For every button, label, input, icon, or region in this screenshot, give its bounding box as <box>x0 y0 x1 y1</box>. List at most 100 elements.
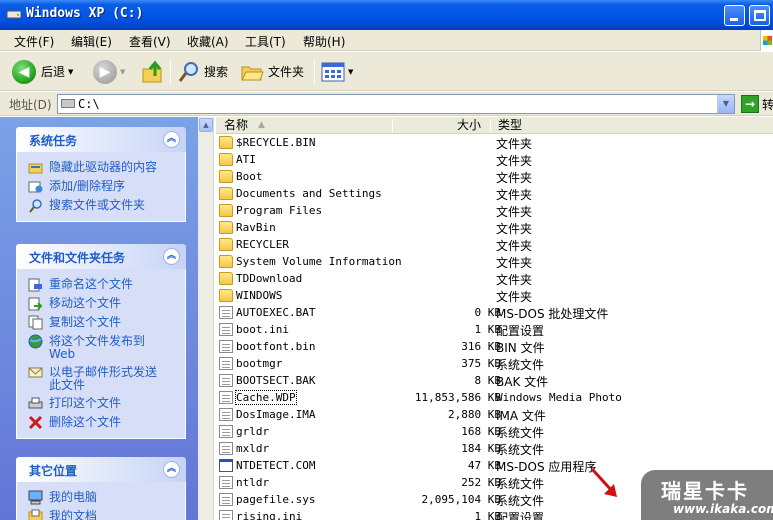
file-row[interactable]: RavBin 文件夹 <box>216 219 773 236</box>
dropdown-caret-icon: ▼ <box>68 67 74 76</box>
file-type: 系统文件 <box>496 426 545 440</box>
menu-view[interactable]: 查看(V) <box>129 33 171 50</box>
search-label: 搜索 <box>204 65 229 79</box>
ikaka-watermark: 瑞星卡卡 www.ikaka.com <box>641 470 773 520</box>
file-row[interactable]: System Volume Information 文件夹 <box>216 253 773 270</box>
maximize-icon <box>754 10 766 21</box>
file-row[interactable]: Boot 文件夹 <box>216 168 773 185</box>
file-type: IMA 文件 <box>496 409 546 423</box>
vertical-scrollbar[interactable]: ▲ <box>198 117 214 520</box>
address-dropdown-button[interactable]: ▼ <box>717 95 734 113</box>
minimize-button[interactable] <box>724 5 745 26</box>
file-type: 文件夹 <box>496 290 533 304</box>
file-row[interactable]: RECYCLER 文件夹 <box>216 236 773 253</box>
file-row[interactable]: Program Files 文件夹 <box>216 202 773 219</box>
column-header-row: 名称 ▲ 大小 类型 <box>216 117 773 134</box>
task-move-file[interactable]: 移动这个文件 <box>17 294 185 313</box>
maximize-button[interactable] <box>749 5 770 26</box>
file-tasks-title: 文件和文件夹任务 <box>29 251 126 265</box>
scroll-up-arrow-icon[interactable]: ▲ <box>199 118 213 132</box>
menu-tools[interactable]: 工具(T) <box>245 33 286 50</box>
file-row[interactable]: AUTOEXEC.BAT 0 KB MS-DOS 批处理文件 <box>216 304 773 321</box>
file-row[interactable]: grldr 168 KB 系统文件 <box>216 423 773 440</box>
folders-button[interactable]: 文件夹 <box>240 58 304 85</box>
task-print-file[interactable]: 打印这个文件 <box>17 394 185 413</box>
menu-file[interactable]: 文件(F) <box>14 33 54 50</box>
folder-icon <box>219 204 233 217</box>
file-row[interactable]: Documents and Settings 文件夹 <box>216 185 773 202</box>
task-delete-file[interactable]: 删除这个文件 <box>17 413 185 432</box>
other-places-header[interactable]: 其它位置 ︽ <box>16 457 186 482</box>
file-icon <box>219 510 233 520</box>
task-label: 打印这个文件 <box>49 396 122 410</box>
task-publish-web[interactable]: 将这个文件发布到 Web <box>17 332 185 363</box>
task-pane: 系统任务 ︽ 隐藏此驱动器的内容 添加/删除程序 搜索文件或文件夹 文件和文件夹… <box>0 117 198 520</box>
toolbar-separator <box>314 60 315 84</box>
file-row[interactable]: WINDOWS 文件夹 <box>216 287 773 304</box>
menu-edit[interactable]: 编辑(E) <box>71 33 112 50</box>
address-input[interactable]: C:\ ▼ <box>57 94 735 114</box>
file-type: BAK 文件 <box>496 375 549 389</box>
drive-icon <box>6 10 22 19</box>
go-arrow-icon[interactable]: → <box>741 95 759 113</box>
forward-arrow-icon: ▶ <box>93 59 117 84</box>
task-copy-file[interactable]: 复制这个文件 <box>17 313 185 332</box>
printer-icon <box>28 397 43 409</box>
views-button[interactable]: ▼ <box>321 58 353 85</box>
task-add-remove-programs[interactable]: 添加/删除程序 <box>17 177 185 196</box>
other-places-title: 其它位置 <box>29 464 78 478</box>
collapse-chevron-icon[interactable]: ︽ <box>163 248 180 265</box>
forward-button[interactable]: ▶ ▼ <box>93 58 125 85</box>
file-row[interactable]: DosImage.IMA 2,880 KB IMA 文件 <box>216 406 773 423</box>
column-header-type[interactable]: 类型 <box>498 118 522 133</box>
file-row[interactable]: $RECYCLE.BIN 文件夹 <box>216 134 773 151</box>
go-button-label[interactable]: 转 <box>762 96 773 113</box>
file-icon <box>219 476 233 489</box>
title-bar[interactable]: Windows XP (C:) <box>0 0 773 30</box>
column-divider[interactable] <box>392 119 393 132</box>
collapse-chevron-icon[interactable]: ︽ <box>163 131 180 148</box>
up-folder-icon <box>142 60 162 82</box>
email-icon <box>28 367 43 378</box>
file-type: 文件夹 <box>496 154 533 168</box>
column-header-size[interactable]: 大小 <box>457 118 481 133</box>
file-row[interactable]: BOOTSECT.BAK 8 KB BAK 文件 <box>216 372 773 389</box>
windows-logo-icon <box>760 30 773 51</box>
column-header-name[interactable]: 名称 <box>224 118 248 133</box>
file-row[interactable]: bootfont.bin 316 KB BIN 文件 <box>216 338 773 355</box>
back-arrow-icon: ◀ <box>12 59 36 84</box>
file-name: NTDETECT.COM <box>236 459 316 472</box>
system-tasks-header[interactable]: 系统任务 ︽ <box>16 127 186 152</box>
menu-favorites[interactable]: 收藏(A) <box>187 33 229 50</box>
task-hide-drive-contents[interactable]: 隐藏此驱动器的内容 <box>17 158 185 177</box>
menu-help[interactable]: 帮助(H) <box>303 33 345 50</box>
file-row[interactable]: Cache.WDP 11,853,586 KB Windows Media Phot… <box>216 389 773 406</box>
file-row[interactable]: TDDownload 文件夹 <box>216 270 773 287</box>
folder-icon <box>219 255 233 268</box>
column-divider[interactable] <box>490 119 491 132</box>
up-folder-button[interactable] <box>141 58 165 85</box>
file-icon <box>219 306 233 319</box>
file-row[interactable]: boot.ini 1 KB 配置设置 <box>216 321 773 338</box>
file-row[interactable]: mxldr 184 KB 系统文件 <box>216 440 773 457</box>
place-my-computer[interactable]: 我的电脑 <box>17 488 185 507</box>
task-search-files[interactable]: 搜索文件或文件夹 <box>17 196 185 215</box>
file-row[interactable]: ATI 文件夹 <box>216 151 773 168</box>
search-icon <box>29 199 42 213</box>
file-tasks-header[interactable]: 文件和文件夹任务 ︽ <box>16 244 186 269</box>
task-label: 删除这个文件 <box>49 415 122 429</box>
minimize-icon <box>730 18 738 21</box>
search-button[interactable]: 搜索 <box>177 58 228 85</box>
file-name: Program Files <box>236 204 323 217</box>
file-row[interactable]: bootmgr 375 KB 系统文件 <box>216 355 773 372</box>
collapse-chevron-icon[interactable]: ︽ <box>163 461 180 478</box>
task-rename-file[interactable]: 重命名这个文件 <box>17 275 185 294</box>
file-name: pagefile.sys <box>236 493 316 506</box>
back-button[interactable]: ◀ 后退 ▼ <box>12 58 73 85</box>
task-email-file[interactable]: 以电子邮件形式发送此文件 <box>17 363 185 394</box>
file-name: BOOTSECT.BAK <box>236 374 316 387</box>
place-my-documents[interactable]: 我的文档 <box>17 507 185 520</box>
my-computer-icon <box>28 490 43 505</box>
file-name: mxldr <box>236 442 270 455</box>
file-icon <box>219 442 233 455</box>
